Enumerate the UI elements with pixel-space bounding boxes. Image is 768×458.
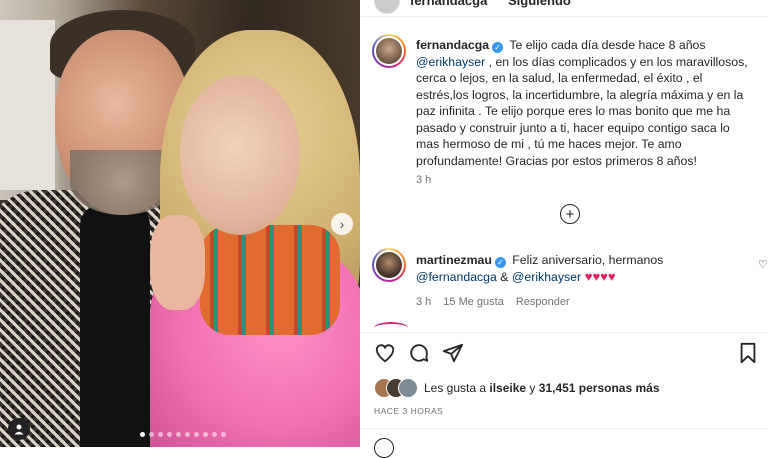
caption-username[interactable]: fernandacga xyxy=(416,38,489,52)
avatar[interactable] xyxy=(372,248,406,282)
load-more-label: + xyxy=(565,205,575,223)
liker-avatars xyxy=(374,378,424,398)
post-timestamp[interactable]: HACE 3 HORAS xyxy=(374,406,443,416)
comment-username[interactable]: martinezmau xyxy=(416,253,492,267)
likes-mid: y xyxy=(526,381,539,395)
carousel-dot xyxy=(140,432,145,437)
photo-hand xyxy=(150,215,205,310)
comment-hearts: ♥♥♥♥ xyxy=(581,268,616,284)
verified-badge-icon: ✓ xyxy=(492,42,504,53)
divider xyxy=(360,332,768,333)
comment-mention[interactable]: @fernandacga xyxy=(416,270,497,284)
avatar[interactable] xyxy=(398,378,418,398)
caption-text: Te elijo cada día desde hace 8 años xyxy=(506,38,706,52)
photo-woman-scarf xyxy=(200,225,340,335)
carousel-dot xyxy=(176,432,181,437)
avatar[interactable] xyxy=(374,0,400,14)
header-username[interactable]: fernandacga xyxy=(410,0,487,8)
share-icon[interactable] xyxy=(442,342,464,364)
avatar-picture xyxy=(376,252,402,278)
carousel-dot xyxy=(221,432,226,437)
chevron-right-icon[interactable]: › xyxy=(331,213,353,235)
caption-mention[interactable]: @erikhayser xyxy=(416,55,485,69)
comment-likes[interactable]: 15 Me gusta xyxy=(443,296,504,308)
likes-count[interactable]: 31,451 personas más xyxy=(539,381,660,395)
comment-meta: 3 h 15 Me gusta Responder xyxy=(416,296,582,308)
caption-time[interactable]: 3 h xyxy=(416,174,431,186)
carousel-dot xyxy=(194,432,199,437)
divider xyxy=(360,428,768,429)
caption-text: , en los días complicados y en los marav… xyxy=(416,54,748,168)
post-side-panel: fernandacga Siguiendo fernandacga ✓ Te el… xyxy=(360,0,768,458)
emoji-icon[interactable] xyxy=(374,438,394,458)
comment-item: martinezmau ✓ Feliz aniversario, hermanos… xyxy=(416,252,746,285)
likes-prefix: Les gusta a xyxy=(424,381,490,395)
comment-time[interactable]: 3 h xyxy=(416,296,431,308)
carousel-dots xyxy=(140,432,226,437)
caption-meta: 3 h xyxy=(416,174,443,186)
comment-reply-button[interactable]: Responder xyxy=(516,296,570,308)
likes-summary: Les gusta a ilseike y 31,451 personas má… xyxy=(374,378,764,398)
plus-circle-icon[interactable]: + xyxy=(560,204,580,224)
post-header: fernandacga Siguiendo xyxy=(360,0,768,17)
comment-icon[interactable] xyxy=(408,342,430,364)
likes-user[interactable]: ilseike xyxy=(489,381,526,395)
carousel-dot xyxy=(158,432,163,437)
follow-status[interactable]: Siguiendo xyxy=(508,0,571,8)
verified-badge-icon: ✓ xyxy=(494,257,506,268)
photo-man-shirt xyxy=(80,205,150,447)
carousel-dot xyxy=(149,432,154,437)
avatar-picture xyxy=(376,38,402,64)
photo-woman-face xyxy=(180,75,300,235)
carousel-dot xyxy=(203,432,208,437)
carousel-dot xyxy=(212,432,217,437)
carousel-dot xyxy=(167,432,172,437)
carousel-dot xyxy=(185,432,190,437)
post-caption: fernandacga ✓ Te elijo cada día desde hac… xyxy=(416,37,756,169)
likes-text: Les gusta a ilseike y 31,451 personas má… xyxy=(424,381,660,395)
comment-text: Feliz aniversario, hermanos xyxy=(508,253,664,267)
bookmark-icon[interactable] xyxy=(738,342,758,364)
post-photo[interactable] xyxy=(0,0,360,447)
heart-icon[interactable] xyxy=(374,342,396,364)
comment-mention[interactable]: @erikhayser xyxy=(512,270,581,284)
avatar[interactable] xyxy=(372,34,406,68)
post-actions xyxy=(372,342,764,368)
comment-like-heart-icon[interactable]: ♡ xyxy=(758,258,768,271)
comment-text: & xyxy=(496,269,512,284)
user-tag-icon[interactable] xyxy=(8,418,30,440)
